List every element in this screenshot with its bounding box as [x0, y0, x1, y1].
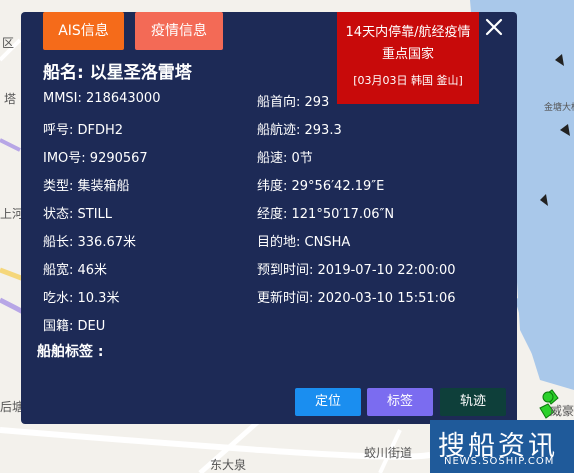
ship-name: 船名: 以星圣洛雷塔	[43, 63, 192, 83]
locate-button[interactable]: 定位	[295, 388, 361, 416]
epidemic-warning-box: 14天内停靠/航经疫情重点国家 [03月03日 韩国 釜山]	[337, 12, 479, 104]
field-heading: 船首向: 293	[257, 95, 330, 110]
field-length: 船长: 336.67米	[43, 235, 136, 250]
tag-button[interactable]: 标签	[367, 388, 433, 416]
field-imo: IMO号: 9290567	[43, 151, 148, 166]
watermark-logo: 搜船资讯 NEWS.SOSHIP.COM	[430, 420, 574, 473]
close-icon[interactable]	[485, 18, 503, 36]
map-label-tower: 塔	[4, 92, 17, 106]
ship-tags-label: 船舶标签 :	[37, 344, 104, 360]
field-flag: 国籍: DEU	[43, 319, 106, 334]
field-updated: 更新时间: 2020-03-10 15:51:06	[257, 291, 456, 306]
map-label-weiqiao: 威豪	[550, 404, 574, 418]
field-latitude: 纬度: 29°56′42.19″E	[257, 179, 385, 194]
field-callsign: 呼号: DFDH2	[43, 123, 124, 138]
map-label-donghai: 东大泉	[210, 458, 247, 472]
warning-title: 14天内停靠/航经疫情重点国家	[345, 25, 471, 62]
warning-detail: [03月03日 韩国 釜山]	[353, 74, 463, 87]
tab-ais-info[interactable]: AIS信息	[43, 12, 124, 50]
watermark-url: NEWS.SOSHIP.COM	[444, 456, 555, 467]
field-beam: 船宽: 46米	[43, 263, 108, 278]
field-type: 类型: 集装箱船	[43, 179, 130, 194]
track-button[interactable]: 轨迹	[440, 388, 506, 416]
field-destination: 目的地: CNSHA	[257, 235, 351, 250]
field-eta: 预到时间: 2019-07-10 22:00:00	[257, 263, 456, 278]
field-course: 船航迹: 293.3	[257, 123, 342, 138]
map-label-district: 区	[2, 36, 15, 50]
field-longitude: 经度: 121°50′17.06″N	[257, 207, 395, 222]
field-mmsi: MMSI: 218643000	[43, 91, 161, 106]
field-draught: 吃水: 10.3米	[43, 291, 120, 306]
map-label-jintang: 金塘大桥	[544, 103, 574, 113]
field-speed: 船速: 0节	[257, 151, 313, 166]
tab-epidemic-info[interactable]: 疫情信息	[135, 12, 223, 50]
field-status: 状态: STILL	[43, 207, 113, 222]
map-label-jiaochuan: 蛟川街道	[364, 446, 413, 460]
